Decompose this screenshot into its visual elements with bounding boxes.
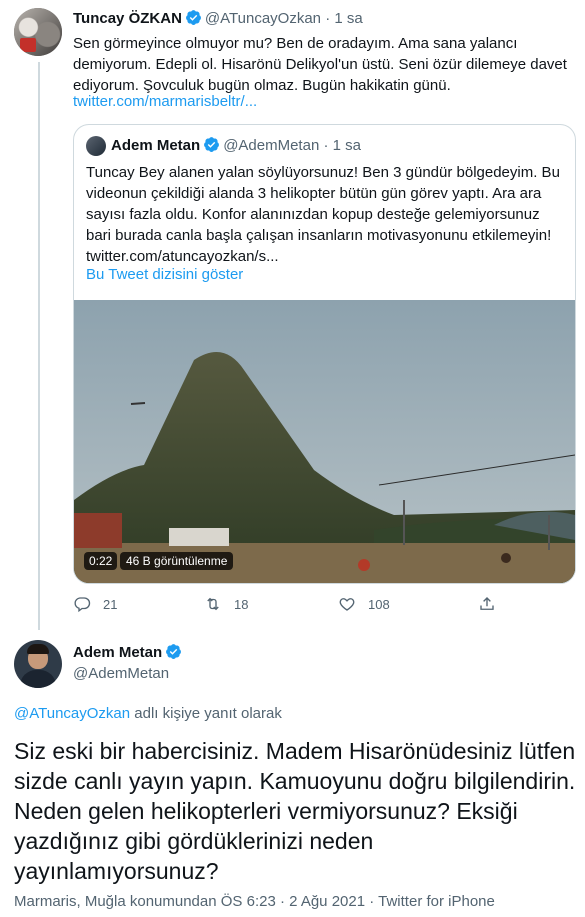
tweet-date[interactable]: 2 Ağu 2021	[289, 893, 365, 910]
video-duration: 0:22	[84, 552, 118, 570]
reply-count: 21	[103, 596, 118, 612]
main-tweet-text: Siz eski bir habercisiniz. Madem Hisarön…	[14, 738, 576, 884]
verified-badge-icon	[166, 644, 182, 659]
avatar[interactable]	[14, 8, 62, 56]
reply-context: @ATuncayOzkan adlı kişiye yanıt olarak	[14, 705, 282, 722]
reply-button[interactable]: 21	[73, 595, 117, 613]
author-handle: @AdemMetan	[223, 137, 320, 154]
author-name: Adem Metan	[111, 137, 201, 154]
retweet-button[interactable]: 18	[204, 595, 248, 613]
tweet-time[interactable]: 1 sa	[334, 10, 362, 27]
video-player[interactable]: 0:22 46 B görüntülenme	[74, 300, 575, 583]
tweet-link[interactable]: twitter.com/marmarisbeltr/...	[73, 93, 257, 110]
parent-tweet-header: Tuncay ÖZKAN @ATuncayOzkan · 1 sa	[73, 9, 363, 27]
avatar[interactable]	[14, 640, 62, 688]
share-icon	[480, 597, 494, 610]
quoted-tweet-text: Tuncay Bey alanen yalan söylüyorsunuz! B…	[86, 164, 560, 265]
reply-icon	[74, 597, 91, 613]
like-icon	[339, 598, 355, 611]
author-name[interactable]: Tuncay ÖZKAN	[73, 10, 182, 27]
meta-separator: ·	[275, 893, 290, 910]
quoted-tweet-header: Adem Metan @AdemMetan · 1 sa	[111, 136, 361, 154]
tweet-time: 1 sa	[332, 137, 361, 154]
like-button[interactable]: 108	[338, 595, 390, 613]
author-handle[interactable]: @AdemMetan	[73, 665, 169, 682]
retweet-count: 18	[234, 596, 249, 612]
video-frame	[74, 300, 575, 583]
retweet-icon	[207, 597, 219, 611]
avatar[interactable]	[86, 136, 106, 156]
show-thread-link[interactable]: Bu Tweet dizisini göster	[86, 266, 243, 283]
thread-connector-line	[38, 62, 40, 630]
tweet-action-bar: 21 18 108	[73, 595, 513, 617]
reply-context-label: adlı kişiye yanıt olarak	[130, 705, 282, 722]
tweet-metadata: Marmaris, Muğla konumundan ÖS 6:23 · 2 A…	[14, 893, 495, 910]
verified-badge-icon	[204, 137, 220, 152]
meta-separator: ·	[365, 893, 379, 910]
author-name[interactable]: Adem Metan	[73, 644, 162, 661]
dot-separator: ·	[325, 10, 331, 27]
tweet-time[interactable]: ÖS 6:23	[221, 893, 276, 910]
tweet-source[interactable]: Twitter for iPhone	[378, 893, 495, 910]
like-count: 108	[368, 596, 390, 612]
dot-separator: ·	[323, 137, 329, 154]
share-button[interactable]	[478, 595, 496, 613]
video-view-count: 46 B görüntülenme	[120, 552, 234, 570]
main-tweet-author: Adem Metan	[73, 643, 185, 661]
tweet-location[interactable]: Marmaris, Muğla konumundan	[14, 893, 217, 910]
quoted-tweet-card[interactable]: Adem Metan @AdemMetan · 1 sa Tuncay Bey a…	[73, 124, 576, 584]
author-handle[interactable]: @ATuncayOzkan	[205, 10, 321, 27]
reply-to-handle-link[interactable]: @ATuncayOzkan	[14, 705, 130, 722]
verified-badge-icon	[185, 10, 201, 25]
tweet-text: Sen görmeyince olmuyor mu? Ben de oraday…	[73, 35, 567, 94]
